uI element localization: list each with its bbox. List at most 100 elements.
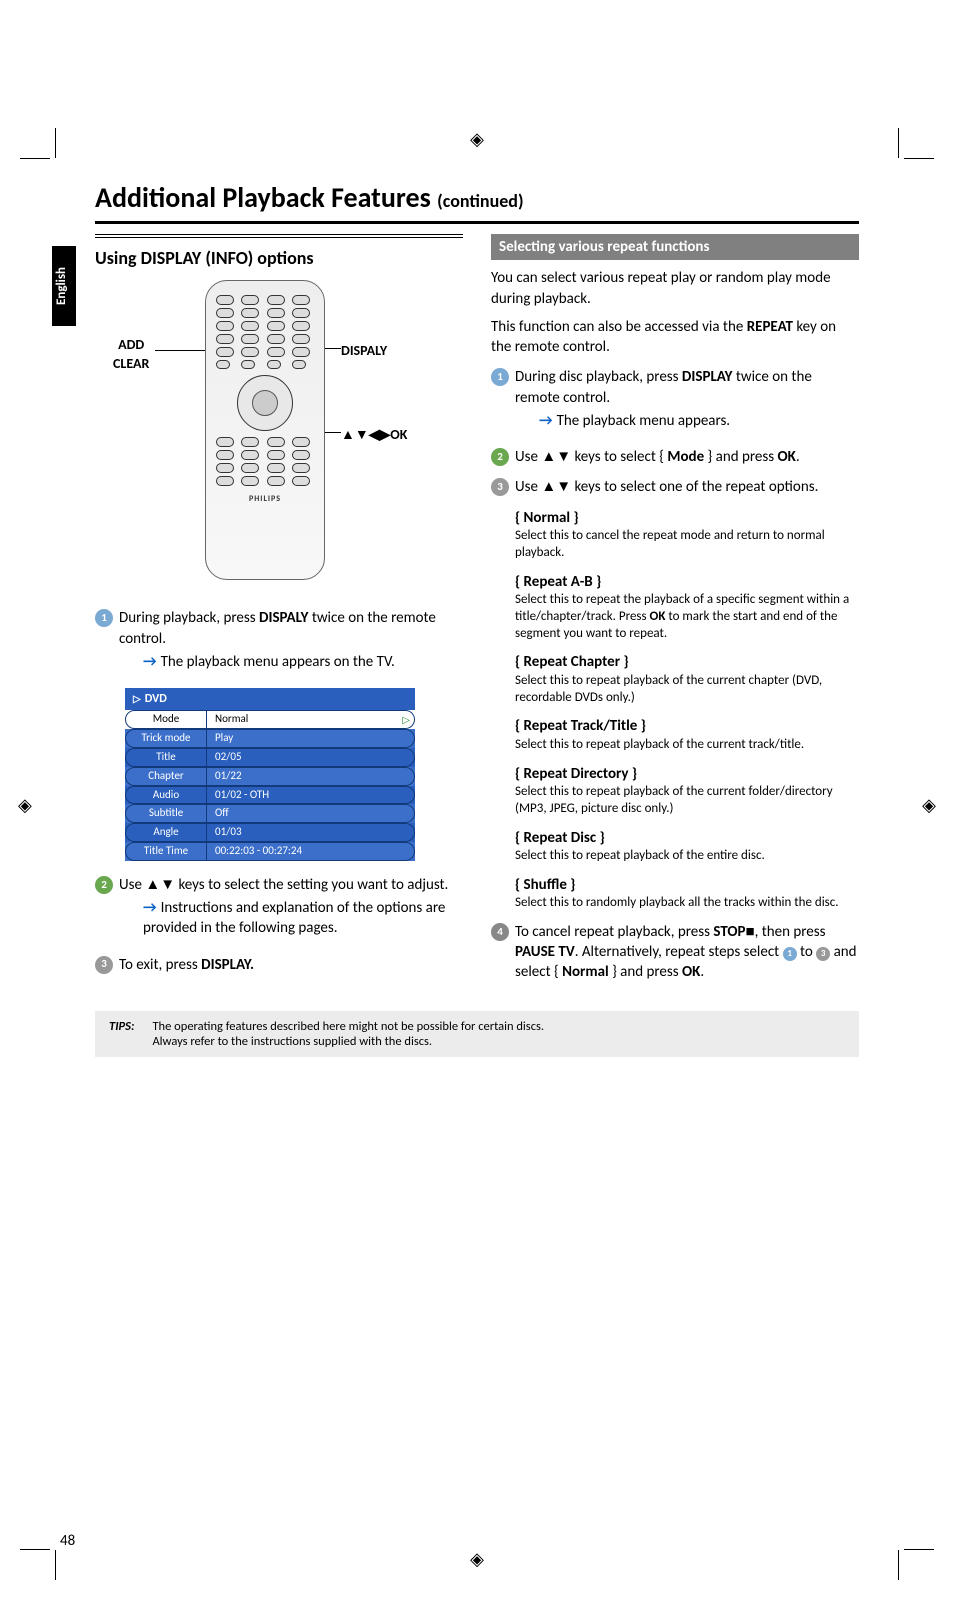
osd-label: Audio — [125, 786, 207, 805]
osd-row: ModeNormal▷ — [125, 710, 415, 729]
crop-mark — [55, 1550, 56, 1580]
step-text: To cancel repeat playback, press STOP■, … — [515, 922, 859, 983]
osd-label: Title Time — [125, 842, 207, 861]
option-body: Select this to repeat playback of the cu… — [515, 673, 859, 707]
osd-row: SubtitleOff — [125, 804, 415, 823]
osd-row: Audio01/02 - OTH — [125, 786, 415, 805]
option-body: Select this to randomly playback all the… — [515, 895, 859, 912]
osd-value: 01/02 - OTH — [207, 786, 415, 805]
arrow-icon: → — [143, 899, 157, 917]
osd-row: Angle01/03 — [125, 823, 415, 842]
osd-row: Title02/05 — [125, 748, 415, 767]
option-heading: { Repeat A-B } — [515, 572, 859, 592]
step-4: 4 To cancel repeat playback, press STOP■… — [491, 922, 859, 983]
page-number: 48 — [60, 1532, 75, 1550]
inline-step-icon: 1 — [783, 947, 797, 961]
step-text: Use ▲▼ keys to select { Mode } and press… — [515, 447, 800, 467]
language-tab: English — [52, 246, 76, 326]
option-heading: { Repeat Directory } — [515, 764, 859, 784]
section-heading: Using DISPLAY (INFO) options — [95, 246, 463, 270]
step-2: 2 Use ▲▼ keys to select the setting you … — [95, 875, 463, 945]
osd-title-bar: ▷DVD — [125, 688, 415, 710]
step-number-icon: 1 — [95, 609, 113, 627]
osd-value: 01/22 — [207, 767, 415, 786]
arrow-icon: → — [539, 412, 553, 430]
step-number-icon: 1 — [491, 368, 509, 386]
option-body: Select this to cancel the repeat mode an… — [515, 528, 859, 562]
title-main: Additional Playback Features — [95, 180, 437, 215]
osd-label: Mode — [125, 710, 207, 729]
osd-label: Title — [125, 748, 207, 767]
option-heading: { Normal } — [515, 508, 859, 528]
step-result: →The playback menu appears on the TV. — [143, 652, 463, 672]
callout-ok: ▲▼◀▶OK — [341, 425, 407, 445]
option-body: Select this to repeat playback of the cu… — [515, 784, 859, 818]
left-column: Using DISPLAY (INFO) options ADD CLEAR D… — [95, 234, 463, 993]
section-banner: Selecting various repeat functions — [491, 234, 859, 260]
caret-icon: ▷ — [402, 713, 410, 727]
step-1: 1 During disc playback, press DISPLAY tw… — [491, 367, 859, 437]
registration-mark-right: ◈ — [922, 794, 936, 816]
up-down-icon: ▲▼ — [145, 876, 175, 893]
osd-label: Subtitle — [125, 804, 207, 823]
arrow-icon: → — [143, 653, 157, 671]
registration-mark-left: ◈ — [18, 794, 32, 816]
inline-step-icon: 3 — [816, 947, 830, 961]
title-rule — [95, 221, 859, 224]
osd-row: Chapter01/22 — [125, 767, 415, 786]
step-text: During disc playback, press DISPLAY twic… — [515, 367, 859, 437]
option-body: Select this to repeat playback of the cu… — [515, 737, 859, 754]
crop-mark — [904, 158, 934, 159]
crop-mark — [55, 128, 56, 158]
callout-display: DISPALY — [341, 342, 387, 361]
osd-menu: ▷DVD ModeNormal▷Trick modePlayTitle02/05… — [125, 688, 415, 861]
section-rule — [95, 234, 463, 238]
step-3: 3 To exit, press DISPLAY. — [95, 955, 463, 975]
crop-mark — [20, 1549, 50, 1550]
paragraph: You can select various repeat play or ra… — [491, 268, 859, 309]
step-number-icon: 2 — [95, 876, 113, 894]
paragraph: This function can also be accessed via t… — [491, 317, 859, 358]
callout-add: ADD — [113, 336, 149, 355]
osd-value: Normal▷ — [207, 710, 415, 729]
option-heading: { Repeat Track/Title } — [515, 716, 859, 736]
step-text: Use ▲▼ keys to select one of the repeat … — [515, 477, 818, 497]
option-body: Select this to repeat playback of the en… — [515, 848, 859, 865]
step-number-icon: 2 — [491, 448, 509, 466]
remote-subtext — [216, 505, 314, 512]
registration-mark-top: ◈ — [470, 128, 484, 150]
option-heading: { Shuffle } — [515, 875, 859, 895]
leader-line — [325, 348, 341, 349]
right-column: Selecting various repeat functions You c… — [491, 234, 859, 993]
osd-value: Off — [207, 804, 415, 823]
leader-line — [325, 432, 341, 433]
step-text: Use ▲▼ keys to select the setting you wa… — [119, 875, 463, 945]
play-icon: ▷ — [133, 692, 141, 705]
crop-mark — [898, 128, 899, 158]
step-3: 3 Use ▲▼ keys to select one of the repea… — [491, 477, 859, 497]
step-number-icon: 4 — [491, 923, 509, 941]
osd-label: Trick mode — [125, 729, 207, 748]
tips-label: TIPS: — [109, 1019, 134, 1049]
crop-mark — [898, 1550, 899, 1580]
step-result: →Instructions and explanation of the opt… — [143, 898, 463, 939]
step-1: 1 During playback, press DISPALY twice o… — [95, 608, 463, 678]
remote-button-grid — [216, 295, 314, 369]
title-continued: (continued) — [437, 190, 523, 212]
up-down-icon: ▲▼ — [541, 448, 571, 465]
step-number-icon: 3 — [491, 478, 509, 496]
ok-label: OK — [390, 426, 407, 443]
tips-box: TIPS: The operating features described h… — [95, 1011, 859, 1057]
registration-mark-bottom: ◈ — [470, 1548, 484, 1570]
osd-value: Play — [207, 729, 415, 748]
step-number-icon: 3 — [95, 956, 113, 974]
page-title: Additional Playback Features (continued) — [95, 180, 899, 215]
option-body: Select this to repeat the playback of a … — [515, 592, 859, 643]
crop-mark — [20, 158, 50, 159]
osd-value: 00:22:03 - 00:27:24 — [207, 842, 415, 861]
remote-body: PHILIPS — [205, 280, 325, 580]
osd-label: Chapter — [125, 767, 207, 786]
up-down-icon: ▲▼ — [541, 478, 571, 495]
step-2: 2 Use ▲▼ keys to select { Mode } and pre… — [491, 447, 859, 467]
osd-row: Title Time00:22:03 - 00:27:24 — [125, 842, 415, 861]
